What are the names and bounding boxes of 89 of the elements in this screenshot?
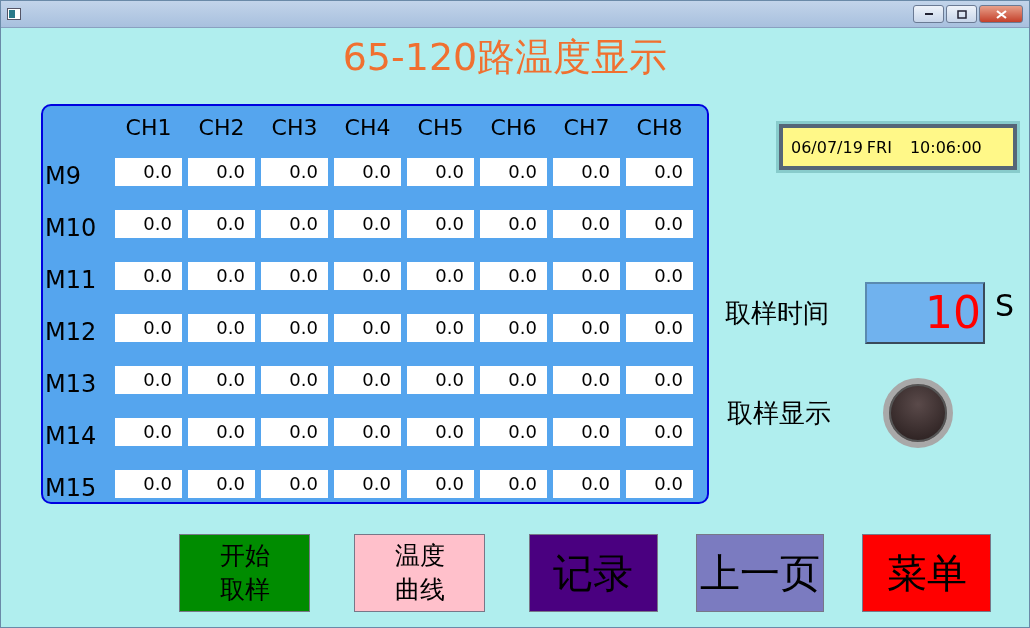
value-cell: 0.0: [115, 210, 182, 238]
close-icon: [995, 9, 1007, 19]
value-cell: 0.0: [553, 314, 620, 342]
column-header: CH8: [635, 114, 684, 142]
value-cell: 0.0: [115, 418, 182, 446]
value-cell: 0.0: [626, 470, 693, 498]
value-cell: 0.0: [261, 470, 328, 498]
value-cell: 0.0: [261, 262, 328, 290]
value-cell: 0.0: [480, 210, 547, 238]
column-header: CH3: [270, 114, 319, 142]
value-cell: 0.0: [626, 418, 693, 446]
value-cell: 0.0: [626, 210, 693, 238]
minimize-icon: [923, 12, 934, 16]
value-cell: 0.0: [553, 470, 620, 498]
maximize-button[interactable]: [946, 5, 977, 23]
value-cell: 0.0: [115, 262, 182, 290]
row-label: M9: [45, 161, 82, 192]
row-label: M13: [45, 369, 98, 400]
value-cell: 0.0: [334, 470, 401, 498]
value-cell: 0.0: [407, 470, 474, 498]
value-cell: 0.0: [407, 158, 474, 186]
value-cell: 0.0: [553, 366, 620, 394]
sample-display-label: 取样显示: [726, 396, 832, 430]
value-cell: 0.0: [480, 262, 547, 290]
row-label: M12: [45, 317, 98, 348]
value-cell: 0.0: [188, 470, 255, 498]
value-cell: 0.0: [261, 210, 328, 238]
value-cell: 0.0: [188, 158, 255, 186]
action-button[interactable]: 开始取样: [179, 534, 311, 612]
value-cell: 0.0: [480, 470, 547, 498]
value-cell: 0.0: [261, 314, 328, 342]
value-cell: 0.0: [334, 210, 401, 238]
column-header: CH4: [343, 114, 392, 142]
value-cell: 0.0: [334, 262, 401, 290]
column-header: CH7: [562, 114, 611, 142]
value-cell: 0.0: [188, 366, 255, 394]
value-cell: 0.0: [115, 366, 182, 394]
value-cell: 0.0: [407, 418, 474, 446]
weekday-text: FRI: [866, 137, 892, 157]
date-text: 06/07/19: [791, 137, 863, 157]
value-cell: 0.0: [626, 158, 693, 186]
value-cell: 0.0: [626, 366, 693, 394]
value-cell: 0.0: [407, 262, 474, 290]
value-cell: 0.0: [334, 314, 401, 342]
unit-label: S: [995, 287, 1015, 323]
value-cell: 0.0: [261, 158, 328, 186]
close-button[interactable]: [979, 5, 1023, 23]
minimize-button[interactable]: [913, 5, 944, 23]
value-cell: 0.0: [115, 470, 182, 498]
value-cell: 0.0: [334, 158, 401, 186]
value-cell: 0.0: [626, 314, 693, 342]
value-cell: 0.0: [480, 366, 547, 394]
value-cell: 0.0: [480, 418, 547, 446]
action-button[interactable]: 温度曲线: [354, 534, 486, 612]
value-cell: 0.0: [261, 366, 328, 394]
value-cell: 0.0: [553, 418, 620, 446]
column-header: CH6: [489, 114, 538, 142]
action-button[interactable]: 菜单: [862, 534, 991, 612]
maximize-icon: [956, 9, 967, 19]
sample-time-label: 取样时间: [724, 296, 830, 330]
action-button[interactable]: 上一页: [695, 534, 825, 612]
column-header: CH2: [197, 114, 246, 142]
row-label: M14: [45, 421, 98, 452]
value-cell: 0.0: [626, 262, 693, 290]
value-cell: 0.0: [553, 262, 620, 290]
value-cell: 0.0: [188, 210, 255, 238]
value-cell: 0.0: [188, 262, 255, 290]
page-title: 65-120路温度显示: [341, 34, 669, 80]
value-cell: 0.0: [334, 418, 401, 446]
value-cell: 0.0: [553, 158, 620, 186]
time-text: 10:06:00: [909, 137, 982, 157]
row-label: M11: [45, 265, 98, 296]
column-header: CH1: [124, 114, 173, 142]
value-cell: 0.0: [407, 314, 474, 342]
value-cell: 0.0: [188, 314, 255, 342]
value-cell: 0.0: [261, 418, 328, 446]
value-cell: 0.0: [407, 210, 474, 238]
row-label: M15: [45, 473, 98, 504]
value-cell: 0.0: [553, 210, 620, 238]
column-header: CH5: [416, 114, 465, 142]
value-cell: 0.0: [188, 418, 255, 446]
app-icon: [7, 8, 21, 20]
value-cell: 0.0: [407, 366, 474, 394]
value-cell: 0.0: [115, 158, 182, 186]
value-cell: 0.0: [480, 158, 547, 186]
value-cell: 0.0: [115, 314, 182, 342]
value-cell: 0.0: [334, 366, 401, 394]
row-label: M10: [45, 213, 98, 244]
value-cell: 0.0: [480, 314, 547, 342]
